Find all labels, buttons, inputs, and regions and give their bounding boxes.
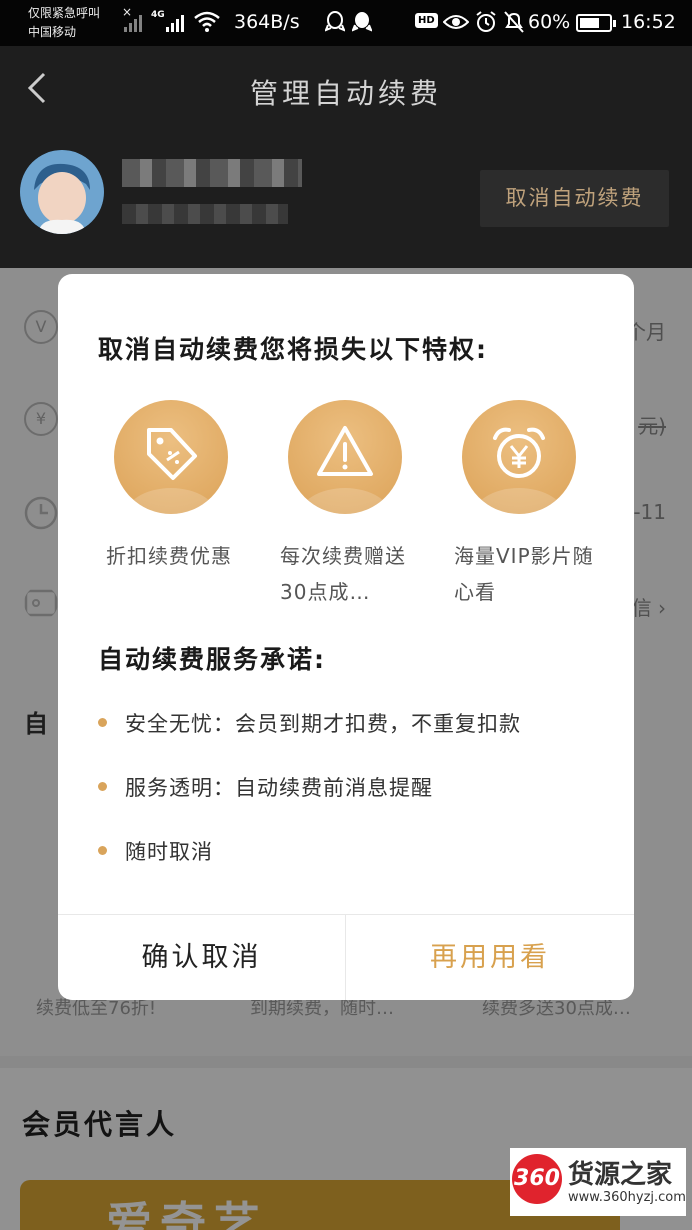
- cancel-auto-renew-button[interactable]: 取消自动续费: [480, 170, 669, 227]
- alarm-icon: [476, 11, 496, 32]
- keep-using-button[interactable]: 再用用看: [346, 915, 634, 1000]
- battery-percent: 60%: [528, 11, 571, 33]
- promise-item: 随时取消: [98, 836, 213, 866]
- perk-label: 海量VIP影片随心看: [454, 544, 594, 604]
- hd-badge: HD: [415, 13, 438, 28]
- perk-circle: [462, 400, 576, 514]
- gift-alert-icon: [317, 426, 373, 476]
- cancel-confirm-dialog: 取消自动续费您将损失以下特权: 折扣续费优惠 每次续费赠送30点成… 海量VIP…: [58, 274, 634, 1000]
- promise-text: 安全无忧：会员到期才扣费，不重复扣款: [125, 712, 521, 736]
- carrier-name: 中国移动: [28, 25, 77, 39]
- network-speed: 364B/s: [234, 11, 300, 33]
- mute-icon: [504, 11, 524, 33]
- perk-circle: [288, 400, 402, 514]
- carrier-emergency-text: 仅限紧急呼叫: [28, 6, 101, 20]
- signal-icon-1: [124, 12, 142, 32]
- status-bar: 仅限紧急呼叫 中国移动 × 4G 364B/s HD 60% 16:52: [0, 0, 692, 46]
- carrier-info: 仅限紧急呼叫 中国移动: [28, 4, 100, 42]
- user-info-blurred: [122, 204, 288, 224]
- perk-label: 折扣续费优惠: [106, 544, 232, 568]
- page-header: 管理自动续费 取消自动续费: [0, 46, 692, 268]
- promise-item: 安全无忧：会员到期才扣费，不重复扣款: [98, 708, 521, 738]
- watermark-name: 货源之家: [568, 1160, 673, 1190]
- perk-circle: [114, 400, 228, 514]
- alarm-clock-yen-icon: [493, 427, 545, 478]
- username-blurred: [122, 159, 302, 187]
- promise-item: 服务透明：自动续费前消息提醒: [98, 772, 433, 802]
- bullet-dot: [98, 845, 107, 855]
- watermark-360-badge: 360: [512, 1154, 562, 1204]
- eye-icon: [443, 15, 469, 29]
- avatar-face-icon: [20, 150, 104, 234]
- bullet-dot: [98, 781, 107, 791]
- qq-icon: [325, 11, 345, 32]
- page-title: 管理自动续费: [249, 77, 442, 110]
- qq-icon-2: [352, 12, 372, 32]
- avatar: [20, 150, 104, 234]
- confirm-cancel-button[interactable]: 确认取消: [58, 915, 346, 1000]
- bullet-dot: [98, 717, 107, 727]
- wifi-icon: [194, 11, 220, 32]
- signal-icon-2: [166, 12, 184, 32]
- promise-text: 服务透明：自动续费前消息提醒: [125, 776, 433, 800]
- promise-text: 随时取消: [125, 840, 213, 864]
- watermark-url: www.360hyzj.com: [568, 1190, 686, 1205]
- promise-title: 自动续费服务承诺:: [98, 645, 326, 674]
- tag-icon: [147, 428, 197, 480]
- perk-label: 每次续费赠送30点成…: [280, 544, 406, 604]
- clock-time: 16:52: [621, 11, 676, 33]
- watermark-logo: 360 货源之家 www.360hyzj.com: [510, 1148, 686, 1216]
- network-type: 4G: [151, 10, 165, 20]
- dialog-footer: 确认取消 再用用看: [58, 914, 634, 1000]
- dialog-heading: 取消自动续费您将损失以下特权:: [98, 335, 488, 364]
- battery-icon: [576, 14, 616, 32]
